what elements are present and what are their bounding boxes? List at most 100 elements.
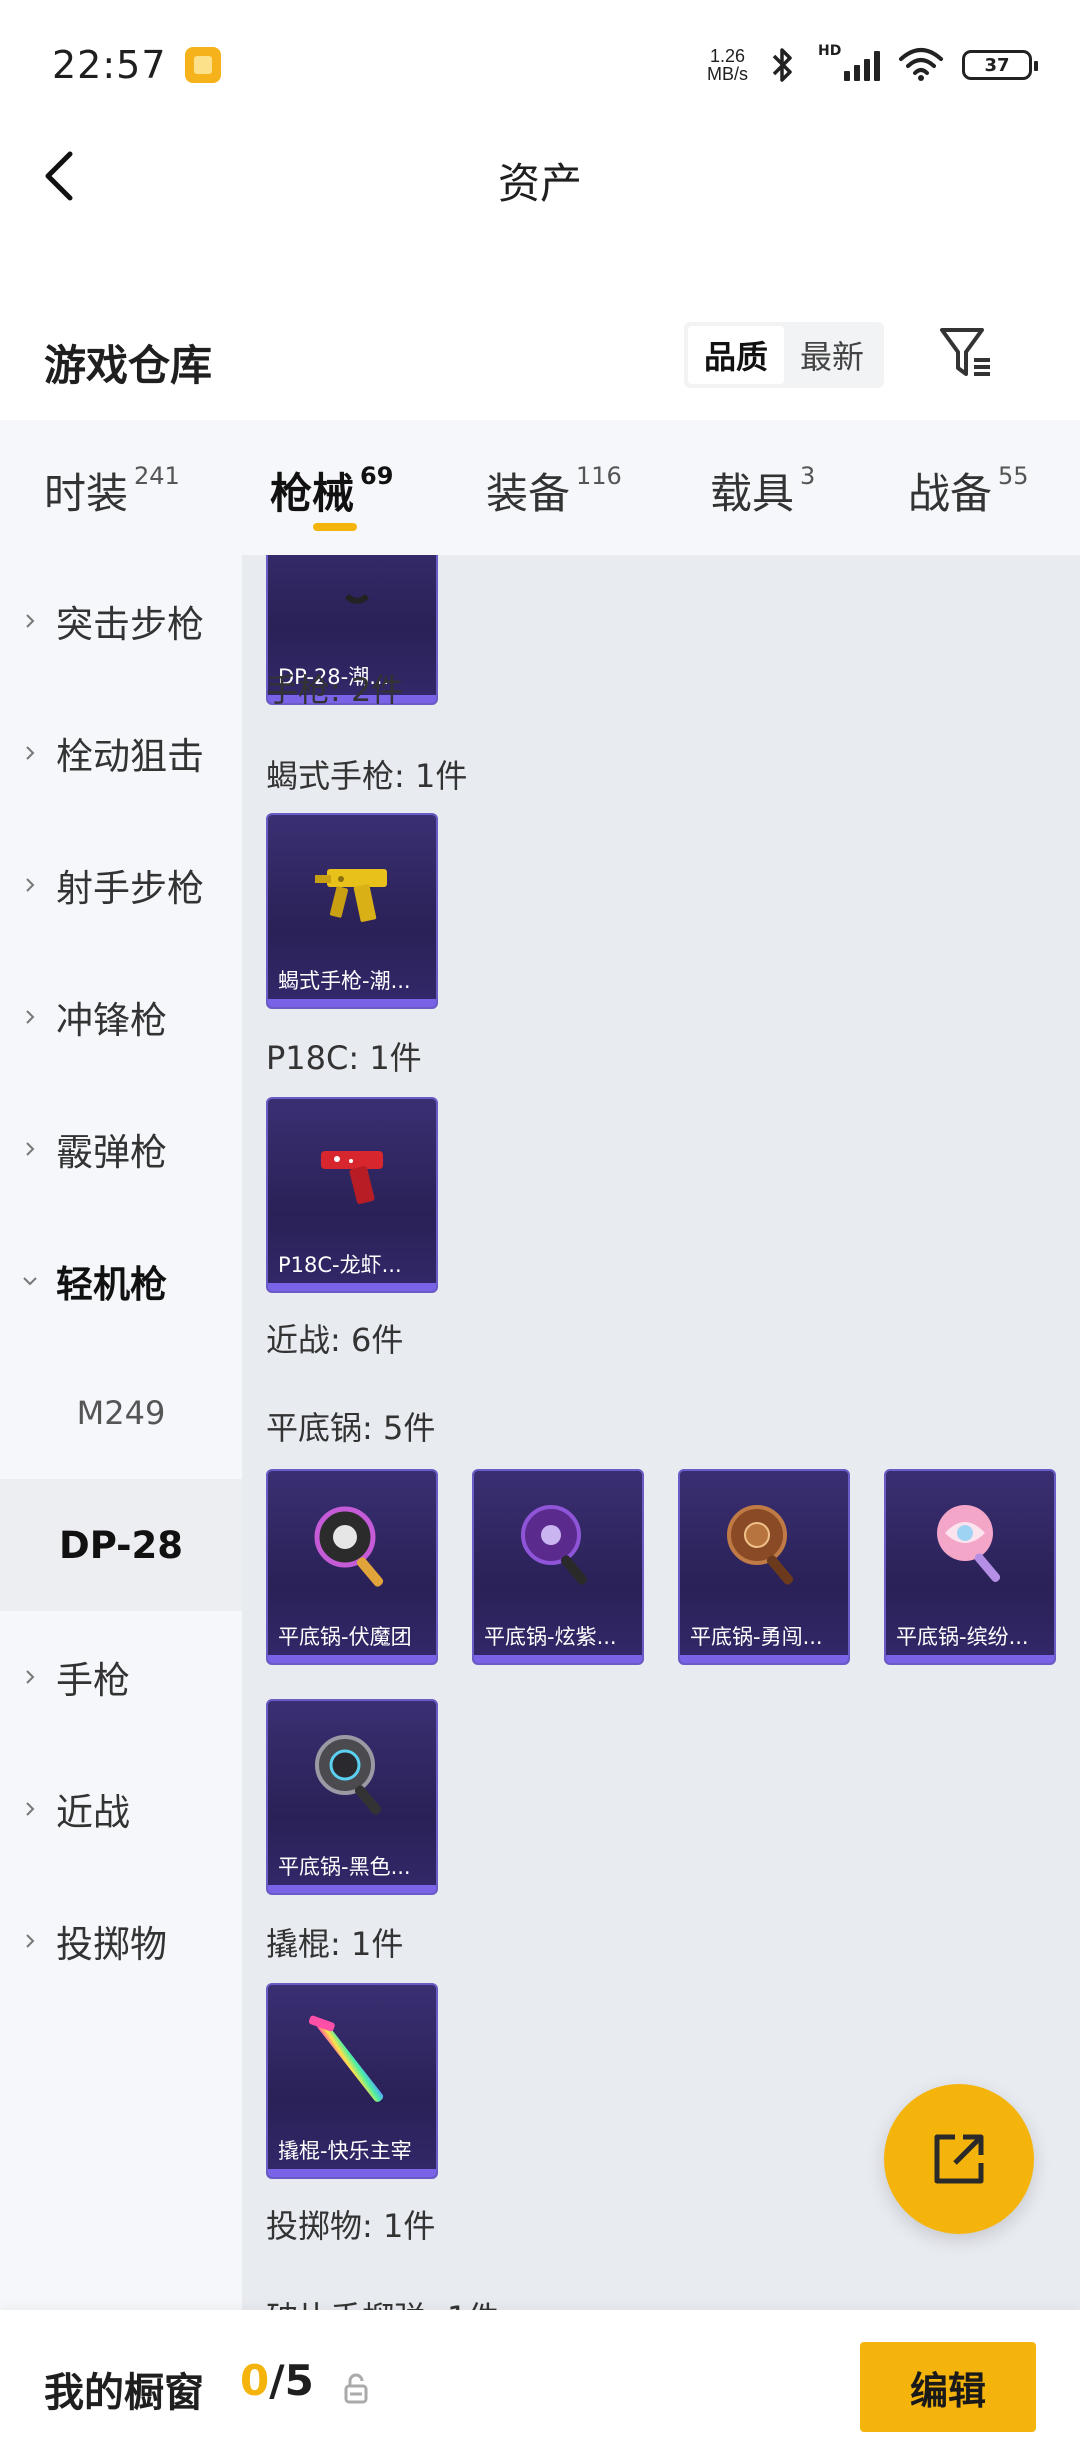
- item-card-scorpion[interactable]: 蝎式手枪-潮...: [266, 813, 438, 1009]
- net-speed-unit: MB/s: [706, 64, 748, 84]
- chevron-right-icon: [26, 614, 35, 628]
- battery-level: 37: [984, 54, 1010, 76]
- tab-count: 69: [360, 462, 394, 490]
- signal-icon: HD: [818, 43, 880, 81]
- tab-vehicles[interactable]: 载具 3: [710, 420, 815, 555]
- sidebar-subitem-m249[interactable]: M249: [0, 1347, 242, 1479]
- net-speed: 1.26 MB/s: [707, 47, 748, 83]
- status-icons: 1.26 MB/s HD 37: [707, 43, 1038, 85]
- share-export-icon: [934, 2134, 984, 2184]
- sidebar-item-label: 霰弹枪: [56, 1131, 167, 1174]
- lock-icon: [344, 2373, 368, 2404]
- sidebar-item-marksman-rifle[interactable]: 射手步枪: [0, 819, 242, 951]
- edit-button[interactable]: 编辑: [860, 2342, 1036, 2432]
- pan-image: [474, 1471, 642, 1621]
- top-header: 资产: [0, 130, 1080, 220]
- sidebar-item-label: 栓动狙击: [56, 735, 204, 778]
- pan-image: [268, 1471, 436, 1621]
- status-time: 22:57: [52, 43, 221, 87]
- item-name: 平底锅-缤纷...: [896, 1625, 1029, 1649]
- sidebar-item-melee[interactable]: 近战: [0, 1743, 242, 1875]
- chevron-right-icon: [26, 746, 35, 760]
- item-name: 平底锅-炫紫...: [484, 1625, 617, 1649]
- item-card-pan-2[interactable]: 平底锅-炫紫...: [472, 1469, 644, 1665]
- tab-count: 116: [576, 462, 622, 490]
- tab-label: 枪械: [270, 469, 355, 518]
- sidebar-item-label: 冲锋枪: [56, 999, 167, 1042]
- group-label-pistol: 手枪: 2件: [266, 671, 404, 709]
- item-name: P18C-龙虾...: [278, 1253, 402, 1277]
- sort-latest-button[interactable]: 最新: [784, 326, 880, 384]
- chevron-right-icon: [26, 1802, 35, 1816]
- item-name: 撬棍-快乐主宰: [278, 2139, 412, 2163]
- sidebar-item-label: 手枪: [56, 1659, 130, 1702]
- subgroup-label-scorpion: 蝎式手枪: 1件: [266, 757, 468, 795]
- bluetooth-icon: [772, 48, 792, 82]
- weapon-category-sidebar: 突击步枪 栓动狙击 射手步枪 冲锋枪 霰弹枪 轻机枪 M249 DP-28 手枪…: [0, 555, 242, 2310]
- subgroup-label-pan: 平底锅: 5件: [266, 1409, 436, 1447]
- gallery-notification-icon: [184, 47, 221, 83]
- tab-fashion[interactable]: 时装 241: [44, 420, 180, 555]
- chevron-right-icon: [26, 1010, 35, 1024]
- pan-image: [886, 1471, 1054, 1621]
- item-name: 平底锅-伏魔团: [278, 1625, 412, 1649]
- tab-count: 55: [998, 462, 1029, 490]
- item-card-pan-5[interactable]: 平底锅-黑色...: [266, 1699, 438, 1895]
- chevron-right-icon: [26, 1142, 35, 1156]
- wifi-icon: [899, 48, 943, 81]
- tab-count: 3: [800, 462, 816, 490]
- showcase-title: 我的橱窗: [44, 2370, 204, 2416]
- tab-label: 装备: [486, 469, 571, 518]
- showcase-count: 0/5: [240, 2356, 314, 2405]
- sidebar-item-bolt-sniper[interactable]: 栓动狙击: [0, 687, 242, 819]
- sidebar-item-label: 近战: [56, 1791, 130, 1834]
- chevron-down-icon: [23, 1277, 37, 1286]
- crowbar-image: [268, 1985, 436, 2135]
- chevron-right-icon: [26, 878, 35, 892]
- battery-indicator: 37: [962, 50, 1038, 80]
- red-pistol-image: [268, 1099, 436, 1249]
- item-name: 平底锅-勇闯...: [690, 1625, 823, 1649]
- group-label-throwable: 投掷物: 1件: [266, 2207, 436, 2245]
- page-title: 资产: [497, 159, 582, 208]
- item-name: 平底锅-黑色...: [278, 1855, 411, 1879]
- item-card-p18c[interactable]: P18C-龙虾...: [266, 1097, 438, 1293]
- chevron-right-icon: [26, 1670, 35, 1684]
- sidebar-item-label: 突击步枪: [56, 603, 204, 646]
- tab-label: 战备: [908, 469, 993, 518]
- item-card-crowbar[interactable]: 撬棍-快乐主宰: [266, 1983, 438, 2179]
- item-name: 蝎式手枪-潮...: [278, 969, 411, 993]
- item-card-pan-3[interactable]: 平底锅-勇闯...: [678, 1469, 850, 1665]
- gun-image: [268, 555, 436, 661]
- tab-firearms[interactable]: 枪械 69: [270, 420, 393, 555]
- sidebar-item-shotgun[interactable]: 霰弹枪: [0, 1083, 242, 1215]
- status-bar: 22:57 1.26 MB/s HD 37: [0, 0, 1080, 130]
- tab-label: 载具: [710, 469, 795, 518]
- share-button[interactable]: [884, 2084, 1034, 2234]
- chevron-right-icon: [26, 1934, 35, 1948]
- showcase-bar: 我的橱窗 0/5 编辑: [0, 2310, 1080, 2460]
- sidebar-item-lmg[interactable]: 轻机枪: [0, 1215, 242, 1347]
- warehouse-header: 游戏仓库 品质 最新: [0, 310, 1080, 410]
- tab-equipment[interactable]: 装备 116: [486, 420, 622, 555]
- item-card-pan-1[interactable]: 平底锅-伏魔团: [266, 1469, 438, 1665]
- subgroup-label-frag: 破片手榴弹: 1件: [266, 2293, 499, 2310]
- tab-count: 241: [134, 462, 180, 490]
- sidebar-item-smg[interactable]: 冲锋枪: [0, 951, 242, 1083]
- hd-label: HD: [818, 43, 842, 59]
- sidebar-item-pistol[interactable]: 手枪: [0, 1611, 242, 1743]
- filter-icon[interactable]: [936, 322, 996, 382]
- subgroup-label-p18c: P18C: 1件: [266, 1039, 422, 1077]
- section-title: 游戏仓库: [44, 341, 213, 390]
- sidebar-item-throwable[interactable]: 投掷物: [0, 1875, 242, 2007]
- item-grid: DP-28-潮... 手枪: 2件 蝎式手枪: 1件 蝎式手枪-潮... P18…: [242, 555, 1080, 2310]
- sidebar-item-label: 投掷物: [56, 1923, 167, 1966]
- showcase-total: /5: [269, 2356, 314, 2405]
- sidebar-item-assault-rifle[interactable]: 突击步枪: [0, 555, 242, 687]
- tab-label: 时装: [44, 469, 129, 518]
- sort-quality-button[interactable]: 品质: [688, 326, 784, 384]
- item-card-pan-4[interactable]: 平底锅-缤纷...: [884, 1469, 1056, 1665]
- sidebar-subitem-dp28[interactable]: DP-28: [0, 1479, 242, 1611]
- pan-image: [680, 1471, 848, 1621]
- tab-supplies[interactable]: 战备 55: [908, 420, 1029, 555]
